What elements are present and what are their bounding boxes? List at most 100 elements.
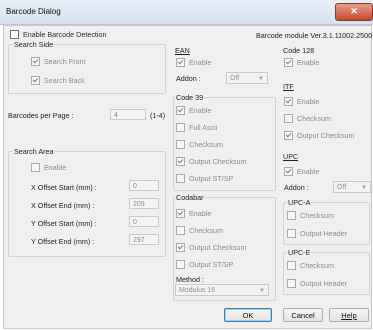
enable-barcode-detection-checkbox[interactable]: Enable Barcode Detection xyxy=(10,30,107,39)
codabar-method-value: Modulus 16 xyxy=(179,287,216,294)
checkbox-box[interactable] xyxy=(287,229,296,238)
ean-addon-label: Addon : xyxy=(176,74,201,83)
checkbox-box[interactable] xyxy=(287,211,296,220)
upc-addon-value: Off xyxy=(337,184,347,191)
chevron-down-icon: ▼ xyxy=(258,76,264,82)
codabar-method-select[interactable]: Modulus 16 ▼ xyxy=(175,284,269,296)
search-area-enable-label: Enable xyxy=(44,163,67,172)
checkbox-box[interactable] xyxy=(10,30,19,39)
code128-enable-checkbox[interactable]: Enable xyxy=(284,58,319,67)
itf-checksum-label: Checksum xyxy=(297,114,331,123)
barcodes-per-page-range: (1-4) xyxy=(150,111,166,120)
upc-enable-label: Enable xyxy=(297,167,320,176)
upca-output-header-checkbox[interactable]: Output Header xyxy=(287,229,347,238)
code39-output-stsp-checkbox[interactable]: Output ST/SP xyxy=(176,174,233,183)
x-offset-end-input[interactable]: 209 xyxy=(129,198,159,209)
x-offset-start-input[interactable]: 0 xyxy=(129,180,159,191)
code128-title: Code 128 xyxy=(283,46,314,55)
search-front-checkbox[interactable]: Search Front xyxy=(31,57,86,66)
checkbox-box[interactable] xyxy=(284,114,293,123)
x-offset-end-label: X Offset End (mm) : xyxy=(31,201,95,210)
ean-enable-checkbox[interactable]: Enable xyxy=(176,58,211,67)
search-back-checkbox[interactable]: Search Back xyxy=(31,76,85,85)
upce-checksum-label: Checksum xyxy=(300,261,334,270)
checkbox-box[interactable] xyxy=(176,226,185,235)
help-button[interactable]: Help xyxy=(329,308,369,322)
codabar-output-checksum-label: Output Checksum xyxy=(189,243,247,252)
codabar-checksum-checkbox[interactable]: Checksum xyxy=(176,226,223,235)
y-offset-start-input[interactable]: 0 xyxy=(129,216,159,227)
upc-addon-select[interactable]: Off ▼ xyxy=(333,181,371,193)
codabar-checksum-label: Checksum xyxy=(189,226,223,235)
checkbox-box[interactable] xyxy=(176,140,185,149)
checkbox-box[interactable] xyxy=(176,174,185,183)
checkbox-box[interactable] xyxy=(284,167,293,176)
checkbox-box[interactable] xyxy=(176,106,185,115)
ean-addon-select[interactable]: Off ▼ xyxy=(226,72,268,84)
checkbox-box[interactable] xyxy=(284,97,293,106)
checkbox-box[interactable] xyxy=(176,209,185,218)
upca-checksum-checkbox[interactable]: Checksum xyxy=(287,211,334,220)
y-offset-start-label: Y Offset Start (mm) : xyxy=(31,219,97,228)
codabar-output-checksum-checkbox[interactable]: Output Checksum xyxy=(176,243,247,252)
window-title: Barcode Dialog xyxy=(6,7,61,16)
code39-enable-label: Enable xyxy=(189,106,212,115)
checkbox-box[interactable] xyxy=(287,261,296,270)
checkbox-box[interactable] xyxy=(176,123,185,132)
search-side-title: Search Side xyxy=(13,40,55,49)
code39-title: Code 39 xyxy=(175,93,205,102)
codabar-enable-label: Enable xyxy=(189,209,212,218)
enable-barcode-detection-label: Enable Barcode Detection xyxy=(23,30,107,39)
upca-output-header-label: Output Header xyxy=(300,229,348,238)
codabar-output-stsp-label: Output ST/SP xyxy=(189,260,234,269)
upc-title: UPC xyxy=(283,152,299,161)
upce-output-header-label: Output Header xyxy=(300,279,348,288)
checkbox-box[interactable] xyxy=(31,76,40,85)
checkbox-box[interactable] xyxy=(176,157,185,166)
codabar-output-stsp-checkbox[interactable]: Output ST/SP xyxy=(176,260,233,269)
upce-title: UPC-E xyxy=(287,248,312,257)
itf-output-checksum-checkbox[interactable]: Output Checksum xyxy=(284,131,355,140)
search-back-label: Search Back xyxy=(44,76,85,85)
cancel-button[interactable]: Cancel xyxy=(283,308,323,322)
checkbox-box[interactable] xyxy=(31,57,40,66)
search-side-group xyxy=(8,44,166,94)
code128-enable-label: Enable xyxy=(297,58,320,67)
ean-title: EAN xyxy=(175,46,190,55)
upce-group xyxy=(283,252,370,295)
code39-output-checksum-label: Output Checksum xyxy=(189,157,247,166)
checkbox-box[interactable] xyxy=(176,243,185,252)
code39-full-ascii-checkbox[interactable]: Full Ascii xyxy=(176,123,217,132)
search-area-title: Search Area xyxy=(13,147,55,156)
checkbox-box[interactable] xyxy=(31,163,40,172)
ean-enable-label: Enable xyxy=(189,58,212,67)
close-button[interactable]: ✕ xyxy=(335,3,373,21)
itf-enable-checkbox[interactable]: Enable xyxy=(284,97,319,106)
checkbox-box[interactable] xyxy=(287,279,296,288)
y-offset-end-label: Y Offset End (mm) : xyxy=(31,237,95,246)
code128-title-text: Code 128 xyxy=(283,46,315,55)
code39-output-checksum-checkbox[interactable]: Output Checksum xyxy=(176,157,247,166)
help-button-label: Help xyxy=(341,311,357,320)
module-version: Barcode module Ver.3.1.11002.2500 xyxy=(256,31,373,40)
ok-button[interactable]: OK xyxy=(224,308,272,322)
checkbox-box[interactable] xyxy=(176,260,185,269)
upca-title: UPC-A xyxy=(287,198,312,207)
itf-checksum-checkbox[interactable]: Checksum xyxy=(284,114,331,123)
codabar-enable-checkbox[interactable]: Enable xyxy=(176,209,211,218)
codabar-method-label: Method : xyxy=(176,275,204,284)
checkbox-box[interactable] xyxy=(284,131,293,140)
code39-full-ascii-label: Full Ascii xyxy=(189,123,218,132)
code39-checksum-checkbox[interactable]: Checksum xyxy=(176,140,223,149)
upce-checksum-checkbox[interactable]: Checksum xyxy=(287,261,334,270)
barcodes-per-page-input[interactable]: 4 xyxy=(110,109,146,120)
upc-enable-checkbox[interactable]: Enable xyxy=(284,167,319,176)
barcodes-per-page-label: Barcodes per Page : xyxy=(8,111,74,120)
upce-output-header-checkbox[interactable]: Output Header xyxy=(287,279,347,288)
search-area-enable-checkbox[interactable]: Enable xyxy=(31,163,66,172)
checkbox-box[interactable] xyxy=(176,58,185,67)
checkbox-box[interactable] xyxy=(284,58,293,67)
code39-enable-checkbox[interactable]: Enable xyxy=(176,106,211,115)
y-offset-end-input[interactable]: 297 xyxy=(129,234,159,245)
itf-enable-label: Enable xyxy=(297,97,320,106)
